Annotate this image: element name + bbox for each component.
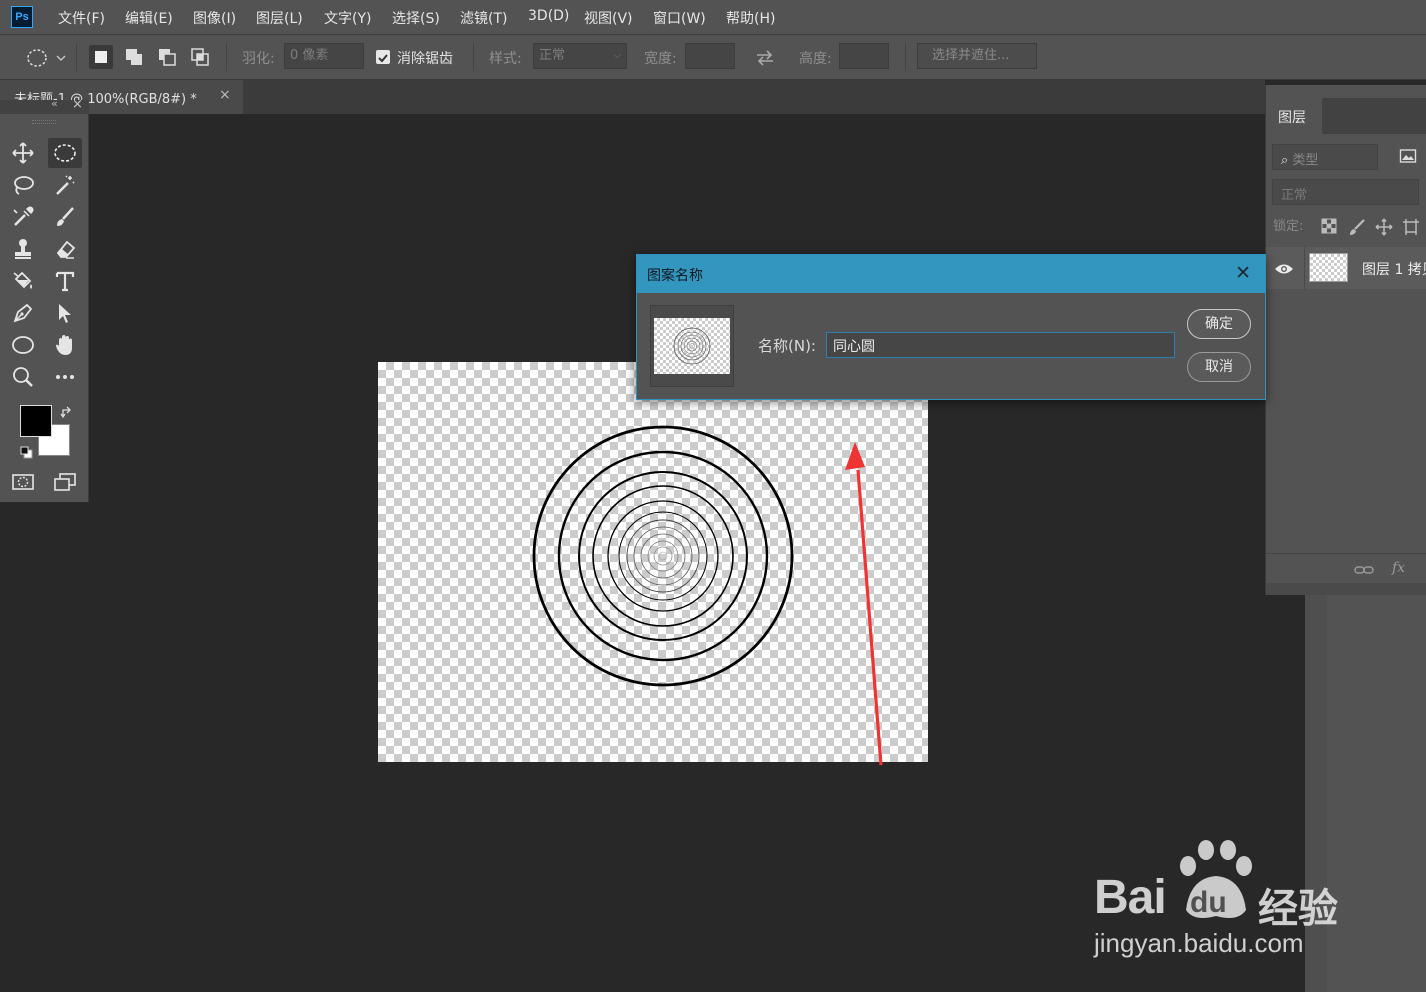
menu-edit[interactable]: 编辑(E) [125,8,173,28]
menu-filter[interactable]: 滤镜(T) [460,8,507,28]
watermark-brand-right: 经验 [1258,886,1338,932]
menu-help[interactable]: 帮助(H) [726,8,775,28]
tab-layers[interactable]: 图层 [1266,98,1322,134]
eyedropper-tool-icon[interactable] [6,202,40,232]
options-bar: 羽化: 0 像素 消除锯齿 样式: 正常 ⌵ 宽度: 高度: 选择并遮住... [0,34,1426,80]
cancel-button[interactable]: 取消 [1187,352,1251,382]
more-tools-icon[interactable] [48,362,82,392]
antialias-checkbox[interactable] [376,50,390,64]
elliptical-marquee-preset-icon[interactable] [26,47,66,73]
tools-panel-header[interactable]: « × [0,97,89,114]
layers-panel: 图层 ⌕ 类型 正常 锁定: 图层 1 拷贝 fx [1265,85,1426,595]
height-label: 高度: [799,51,832,67]
photoshop-logo-icon: Ps [11,6,33,28]
lock-image-pixels-icon[interactable] [1348,218,1366,240]
menu-select[interactable]: 选择(S) [392,8,440,28]
eraser-tool-icon[interactable] [48,234,82,264]
subtract-from-selection-icon[interactable] [155,45,179,69]
width-input[interactable] [685,43,735,69]
menu-3d[interactable]: 3D(D) [528,8,569,24]
search-icon: ⌕ [1281,153,1289,168]
dialog-title-bar: 图案名称 ✕ [637,255,1265,293]
collapse-panel-icon[interactable]: « [51,97,58,110]
layer-name[interactable]: 图层 1 拷贝 [1362,259,1426,279]
swap-dimensions-icon[interactable] [754,48,776,72]
menu-bar: Ps 文件(F) 编辑(E) 图像(I) 图层(L) 文字(Y) 选择(S) 滤… [0,0,1426,34]
menu-window[interactable]: 窗口(W) [653,8,706,28]
type-tool-icon[interactable] [48,266,82,296]
close-panel-icon[interactable]: × [72,97,83,112]
eye-visibility-icon[interactable] [1274,261,1294,280]
pattern-preview [654,318,730,374]
watermark-url: jingyan.baidu.com [1094,928,1304,958]
menu-file[interactable]: 文件(F) [58,8,105,28]
watermark-brand-left: Bai [1094,871,1167,924]
ok-button[interactable]: 确定 [1187,309,1251,339]
screen-mode-icon[interactable] [48,467,82,497]
menu-view[interactable]: 视图(V) [584,8,633,28]
baidu-jingyan-watermark: Bai du 经验 jingyan.baidu.com [1090,840,1420,970]
quick-mask-icon[interactable] [6,467,40,497]
pen-tool-icon[interactable] [6,298,40,328]
foreground-color-swatch[interactable] [20,405,52,437]
red-annotation-arrow [845,442,883,766]
link-layers-icon[interactable] [1354,562,1374,581]
swap-colors-icon[interactable] [60,405,74,424]
antialias-label: 消除锯齿 [397,51,453,67]
watermark-brand-mid: du [1190,886,1227,919]
pattern-name-dialog: 图案名称 ✕ 名称(N): 同心圆 确定 取消 [636,254,1266,400]
blend-mode-select[interactable]: 正常 [1272,179,1419,205]
document-tab-bar: 未标题-1 @ 100%(RGB/8#) * × [0,80,1265,114]
lock-label: 锁定: [1273,219,1304,234]
elliptical-marquee-tool-icon[interactable] [48,138,82,168]
pattern-name-input[interactable]: 同心圆 [826,332,1175,358]
menu-image[interactable]: 图像(I) [193,8,236,28]
close-tab-icon[interactable]: × [219,87,231,103]
magic-wand-tool-icon[interactable] [48,170,82,200]
feather-input[interactable]: 0 像素 [284,43,364,69]
layer-filter-select[interactable]: ⌕ 类型 [1272,144,1378,170]
tools-panel: « × [0,97,89,502]
lasso-tool-icon[interactable] [6,170,40,200]
panel-grip[interactable] [32,120,56,124]
zoom-tool-icon[interactable] [6,362,40,392]
pattern-name-label: 名称(N): [758,337,816,355]
layer-effects-icon[interactable]: fx [1392,560,1405,576]
chevron-down-icon: ⌵ [613,50,621,61]
new-selection-icon[interactable] [89,45,113,69]
panel-tabs: 图层 [1266,98,1426,134]
style-value: 正常 [539,48,566,63]
clone-stamp-tool-icon[interactable] [6,234,40,264]
style-label: 样式: [489,51,522,67]
move-tool-icon[interactable] [6,138,40,168]
style-select[interactable]: 正常 ⌵ [533,43,627,69]
intersect-selection-icon[interactable] [188,45,212,69]
brush-tool-icon[interactable] [48,202,82,232]
lock-position-icon[interactable] [1375,218,1393,240]
hand-tool-icon[interactable] [48,330,82,360]
menu-layer[interactable]: 图层(L) [256,8,303,28]
feather-label: 羽化: [242,51,275,67]
menu-type[interactable]: 文字(Y) [324,8,371,28]
layer-filter-label: 类型 [1292,153,1319,168]
width-label: 宽度: [644,51,677,67]
layer-thumbnail [1309,253,1348,282]
add-to-selection-icon[interactable] [122,45,146,69]
blend-mode-value: 正常 [1281,188,1308,203]
lock-artboard-icon[interactable] [1402,218,1420,240]
path-selection-tool-icon[interactable] [48,298,82,328]
ellipse-tool-icon[interactable] [6,330,40,360]
default-colors-icon[interactable] [20,445,34,464]
height-input[interactable] [839,43,889,69]
layer-row[interactable]: 图层 1 拷贝 [1266,247,1426,289]
lock-transparent-pixels-icon[interactable] [1321,218,1337,238]
filter-image-icon[interactable] [1399,148,1417,168]
paint-bucket-tool-icon[interactable] [6,266,40,296]
select-and-mask-button[interactable]: 选择并遮住... [917,43,1037,69]
pattern-preview-frame [650,305,734,387]
dialog-title: 图案名称 [647,268,703,284]
close-icon[interactable]: ✕ [1235,262,1251,284]
